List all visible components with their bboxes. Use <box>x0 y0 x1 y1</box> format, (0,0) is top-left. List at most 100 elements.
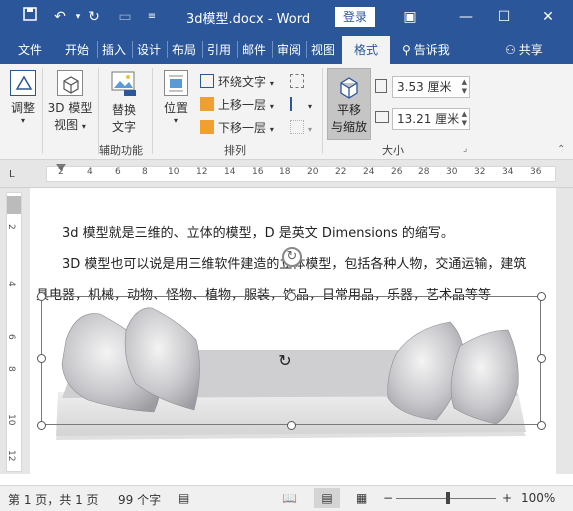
touch-mode-icon[interactable]: ▭ <box>115 7 135 27</box>
adjust-icon <box>10 70 36 96</box>
proofing-icon[interactable]: ▤ <box>178 491 189 505</box>
tab-home[interactable]: 开始 <box>65 41 89 58</box>
height-icon <box>375 79 387 93</box>
zoom-slider-thumb[interactable] <box>446 492 450 504</box>
zoom-out-icon[interactable]: − <box>383 491 393 505</box>
position-label: 位置 <box>163 101 188 115</box>
send-backward-button[interactable]: 下移一层 ▾ <box>200 118 274 138</box>
spinner-arrows-icon[interactable]: ▲ ▼ <box>462 110 467 128</box>
tab-selector[interactable]: L <box>9 169 15 180</box>
tab-view[interactable]: 视图 <box>306 41 335 58</box>
save-icon[interactable] <box>20 7 40 27</box>
page-count[interactable]: 第 1 页，共 1 页 <box>8 491 99 508</box>
minimize-icon[interactable]: — <box>454 5 478 29</box>
tab-review[interactable]: 审阅 <box>272 41 301 58</box>
width-spinner[interactable]: 13.21 厘米 ▲ ▼ <box>392 108 470 130</box>
ruler-tick: 10 <box>6 414 16 426</box>
ruler-tick: 22 <box>335 167 347 177</box>
accessibility-group-label: 辅助功能 <box>99 144 143 157</box>
maximize-icon[interactable]: ☐ <box>492 5 516 29</box>
resize-handle-top[interactable] <box>287 292 296 301</box>
ruler-tick: 36 <box>530 167 542 177</box>
adjust-button[interactable]: 调整 ▾ <box>6 70 40 125</box>
bring-forward-icon <box>200 97 214 111</box>
resize-handle-top-left[interactable] <box>37 292 46 301</box>
document-title: 3d模型.docx - Word <box>186 12 311 27</box>
resize-handle-left[interactable] <box>37 354 46 363</box>
ruler-tick: 10 <box>168 167 180 177</box>
height-spinner[interactable]: 3.53 厘米 ▲ ▼ <box>392 76 470 98</box>
redo-icon[interactable]: ↻ <box>84 7 104 27</box>
web-layout-icon[interactable]: ▦ <box>356 491 367 505</box>
spinner-arrows-icon[interactable]: ▲ ▼ <box>462 78 467 96</box>
selection-pane-icon <box>290 74 304 88</box>
tell-me-search[interactable]: ⚲ 告诉我 <box>402 41 450 58</box>
search-icon: ⚲ <box>402 43 411 57</box>
wrap-text-label: 环绕文字 <box>218 75 267 89</box>
tab-mailings[interactable]: 邮件 <box>237 41 266 58</box>
bring-forward-button[interactable]: 上移一层 ▾ <box>200 95 274 115</box>
resize-handle-bottom-left[interactable] <box>37 421 46 430</box>
ruler-tick: 8 <box>142 167 148 177</box>
width-icon <box>375 111 389 123</box>
dropdown-arrow-icon: ▾ <box>20 116 25 125</box>
wrap-text-icon <box>200 74 214 88</box>
resize-handle-right[interactable] <box>537 354 546 363</box>
tab-design[interactable]: 设计 <box>132 41 161 58</box>
tab-insert[interactable]: 插入 <box>97 41 126 58</box>
status-bar: 第 1 页，共 1 页 99 个字 ▤ 📖 ▤ ▦ − + 100% <box>0 485 573 511</box>
ruler-tick: 34 <box>502 167 514 177</box>
tab-references[interactable]: 引用 <box>202 41 231 58</box>
resize-handle-top-right[interactable] <box>537 292 546 301</box>
tab-format[interactable]: 格式 <box>342 36 390 64</box>
zoom-level[interactable]: 100% <box>521 491 555 505</box>
wrap-text-button[interactable]: 环绕文字 ▾ <box>200 72 274 92</box>
alt-text-icon <box>110 70 138 98</box>
customize-qat-icon[interactable]: ≡ <box>142 7 162 27</box>
collapse-ribbon-icon[interactable]: ⌃ <box>557 144 565 155</box>
login-button[interactable]: 登录 <box>335 7 375 27</box>
align-button[interactable]: ▾ <box>290 95 312 115</box>
pan-zoom-icon <box>335 73 363 101</box>
horizontal-ruler[interactable]: L 2 4 6 8 10 12 14 16 18 20 22 24 26 28 … <box>0 160 573 188</box>
pan-zoom-label-1: 平移 <box>336 103 361 117</box>
person-icon: ⚇ <box>505 43 516 57</box>
3d-view-label-2: 视图 ▾ <box>54 118 86 132</box>
read-mode-icon[interactable]: 📖 <box>282 491 297 505</box>
group-objects-button[interactable]: ▾ <box>290 118 312 138</box>
3d-model-view-button[interactable]: 3D 模型 视图 ▾ <box>46 70 94 133</box>
group-divider <box>152 68 153 154</box>
ruler-tick: 30 <box>446 167 458 177</box>
ribbon-display-options-icon[interactable]: ▣ <box>398 5 422 29</box>
ruler-tick: 6 <box>115 167 121 177</box>
ruler-tick: 4 <box>87 167 93 177</box>
tab-layout[interactable]: 布局 <box>167 41 196 58</box>
paragraph-1[interactable]: 3d 模型就是三维的、立体的模型，D 是英文 Dimensions 的缩写。 <box>62 222 454 241</box>
3d-rotate-control-icon[interactable]: ↻ <box>276 352 294 370</box>
position-icon <box>164 70 188 96</box>
selection-pane-button[interactable] <box>290 72 308 92</box>
resize-handle-bottom-right[interactable] <box>537 421 546 430</box>
tab-file[interactable]: 文件 <box>18 41 42 58</box>
resize-handle-bottom[interactable] <box>287 421 296 430</box>
word-count[interactable]: 99 个字 <box>118 491 161 508</box>
zoom-in-icon[interactable]: + <box>502 491 512 505</box>
ruler-tick: 28 <box>418 167 430 177</box>
undo-icon[interactable]: ↶ <box>50 7 70 27</box>
size-group-label: 大小 <box>382 144 404 157</box>
ruler-tick: 12 <box>6 450 16 462</box>
rotate-handle-icon[interactable]: ↻ <box>282 247 302 267</box>
ruler-tick: 2 <box>6 224 16 230</box>
share-button[interactable]: ⚇ 共享 <box>505 41 543 58</box>
print-layout-icon[interactable]: ▤ <box>314 488 340 508</box>
pan-zoom-button[interactable]: 平移 与缩放 <box>327 68 371 140</box>
size-dialog-launcher-icon[interactable]: ⌟ <box>463 144 467 154</box>
alt-text-button[interactable]: 替换 文字 <box>104 70 144 135</box>
vertical-ruler[interactable]: 2 4 6 8 10 12 <box>0 188 30 474</box>
ruler-tick: 6 <box>6 334 16 340</box>
position-button[interactable]: 位置 ▾ <box>158 70 194 125</box>
width-value: 13.21 厘米 <box>397 112 460 126</box>
ruler-tick: 32 <box>474 167 486 177</box>
height-value: 3.53 厘米 <box>397 80 452 94</box>
close-icon[interactable]: ✕ <box>536 5 560 29</box>
